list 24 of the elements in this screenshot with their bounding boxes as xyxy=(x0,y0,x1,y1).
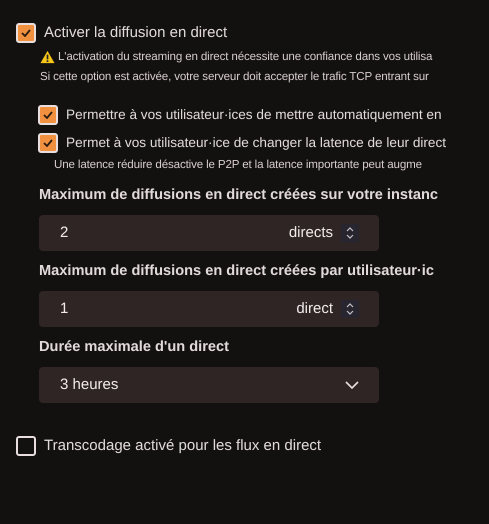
check-icon xyxy=(43,110,53,119)
help-text: Si cette option est activée, votre serveur doit accepter le trafic TCP entrant sur xyxy=(40,68,429,84)
check-icon xyxy=(43,139,53,148)
select-field[interactable]: 3 heures xyxy=(39,366,379,403)
help-text: Une latence réduire désactive le P2P et la latence importante peut augme xyxy=(54,157,422,174)
field-label: Durée maximale d'un direct xyxy=(39,338,230,358)
stepper-icon[interactable] xyxy=(341,300,359,318)
field-label: Maximum de diffusions en direct créées sur votre instanc xyxy=(39,186,440,206)
checkbox-label: Permettre à vos utilisateur·ices de mettre automatiquement en xyxy=(66,106,442,124)
number-field[interactable]: 2 directs xyxy=(39,215,379,252)
field-label: Maximum de diffusions en direct créées par utilisateur·ic xyxy=(39,262,435,282)
checkbox-label: Permet à vos utilisateur·ice de changer la latence de leur direct xyxy=(66,134,446,152)
stepper-icon[interactable] xyxy=(341,224,359,242)
chevron-down-icon xyxy=(345,380,359,389)
warning-icon xyxy=(40,50,55,64)
warning-text: L'activation du streaming en direct nécessite une confiance dans vos utilisa xyxy=(58,48,432,64)
check-icon xyxy=(21,29,31,38)
checkbox[interactable] xyxy=(16,23,36,44)
checkbox[interactable] xyxy=(38,104,58,125)
checkbox[interactable] xyxy=(38,133,58,154)
checkbox-label: Activer la diffusion en direct xyxy=(44,23,228,43)
number-field[interactable]: 1 direct xyxy=(39,291,379,328)
checkbox[interactable] xyxy=(16,436,36,456)
checkbox-label: Transcodage activé pour les flux en direct xyxy=(44,436,322,456)
